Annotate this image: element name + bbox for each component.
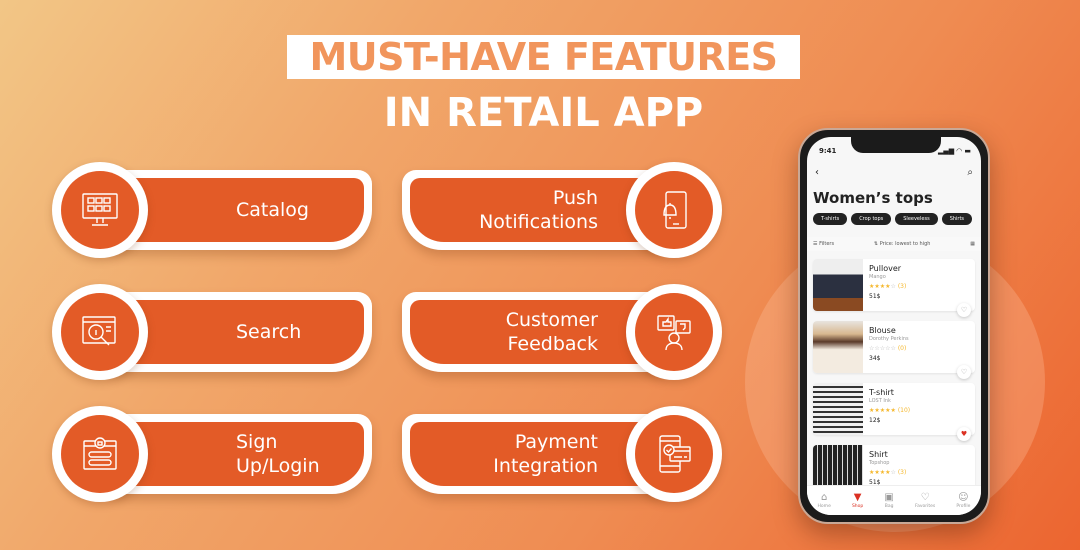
card-pill: Catalog xyxy=(112,170,372,250)
filters-button[interactable]: ☰ Filters xyxy=(813,241,834,247)
review-count: (10) xyxy=(897,407,911,414)
product-name: T-shirt xyxy=(869,388,894,397)
tab-label: Home xyxy=(817,504,831,509)
bottom-tab-bar: ⌂ Home ▼ Shop ▣ Bag ♡ Favorites ☺ Profile xyxy=(807,485,981,515)
filter-bar: ☰ Filters ⇅ Price: lowest to high ▦ xyxy=(807,237,981,251)
feature-label: Payment Integration xyxy=(493,431,598,477)
feature-card-push-notifications: Push Notifications xyxy=(392,158,722,258)
icon-badge xyxy=(52,284,148,380)
review-count: (3) xyxy=(897,469,907,476)
nav-row: ‹ ⌕ xyxy=(815,167,973,178)
product-card[interactable]: T-shirt LOST Ink ★★★★★ (10) 12$ ♥ xyxy=(813,383,975,441)
tab-label: Bag xyxy=(884,504,894,509)
bag-icon: ▣ xyxy=(884,492,894,503)
phone-mockup: 9:41 ▂▄▆ ◠ ▬ ‹ ⌕ Women’s tops T-shirts C… xyxy=(798,128,990,524)
product-image xyxy=(813,383,863,435)
feature-label: Search xyxy=(236,321,302,343)
phone-bell-icon xyxy=(663,191,687,229)
product-list: Pullover Mango ★★★★☆ (3) 51$ ♡ Blouse Do… xyxy=(813,259,975,507)
status-time: 9:41 xyxy=(819,147,837,155)
tab-bag[interactable]: ▣ Bag xyxy=(884,492,893,509)
chip-shirts[interactable]: Shirts xyxy=(941,213,973,225)
feature-card-search: Search xyxy=(52,280,382,380)
product-price: 51$ xyxy=(869,293,881,300)
sort-button[interactable]: ⇅ Price: lowest to high xyxy=(874,241,931,247)
review-count: (0) xyxy=(897,345,907,352)
icon-badge xyxy=(52,162,148,258)
product-name: Blouse xyxy=(869,326,896,335)
screen-title: Women’s tops xyxy=(813,189,933,207)
tab-favorites[interactable]: ♡ Favorites xyxy=(915,492,935,509)
cart-icon: ▼ xyxy=(853,492,862,503)
icon-badge xyxy=(626,284,722,380)
product-rating: ☆☆☆☆☆ (0) xyxy=(869,345,907,352)
login-lock-icon xyxy=(83,437,117,470)
card-pill: Push Notifications xyxy=(402,170,662,250)
feature-label: Customer Feedback xyxy=(505,309,598,355)
sort-label: Price: lowest to high xyxy=(879,241,931,247)
product-brand: Mango xyxy=(869,274,886,280)
favorite-button[interactable]: ♡ xyxy=(957,365,971,379)
favorite-button[interactable]: ♡ xyxy=(957,303,971,317)
feature-card-sign-up-login: Sign Up/Login xyxy=(52,402,382,502)
card-pill: Payment Integration xyxy=(402,414,662,494)
title-subline: IN RETAIL APP xyxy=(383,90,704,136)
product-name: Shirt xyxy=(869,450,888,459)
product-image xyxy=(813,321,863,373)
phone-screen: 9:41 ▂▄▆ ◠ ▬ ‹ ⌕ Women’s tops T-shirts C… xyxy=(807,137,981,515)
title-highlight: MUST-HAVE FEATURES xyxy=(287,35,800,79)
review-count: (3) xyxy=(897,283,907,290)
product-brand: Topshop xyxy=(869,460,890,466)
feature-label: Push Notifications xyxy=(479,187,598,233)
tab-label: Favorites xyxy=(914,504,936,509)
feature-card-customer-feedback: Customer Feedback xyxy=(392,280,722,380)
tab-label: Shop xyxy=(851,504,864,509)
favorite-button-active[interactable]: ♥ xyxy=(957,427,971,441)
catalog-monitor-icon xyxy=(82,193,118,226)
product-brand: LOST Ink xyxy=(869,398,891,404)
product-price: 34$ xyxy=(869,355,881,362)
phone-notch xyxy=(851,137,941,153)
feature-card-payment-integration: Payment Integration xyxy=(392,402,722,502)
card-pill: Sign Up/Login xyxy=(112,414,372,494)
tab-label: Profile xyxy=(956,504,971,509)
chip-crop-tops[interactable]: Crop tops xyxy=(851,213,892,225)
product-rating: ★★★★★ (10) xyxy=(869,407,911,414)
product-rating: ★★★★☆ (3) xyxy=(869,283,907,290)
product-card[interactable]: Blouse Dorothy Perkins ☆☆☆☆☆ (0) 34$ ♡ xyxy=(813,321,975,379)
category-chips: T-shirts Crop tops Sleeveless Shirts xyxy=(813,213,973,225)
card-pill: Customer Feedback xyxy=(402,292,662,372)
browser-search-icon xyxy=(82,316,116,346)
product-name: Pullover xyxy=(869,264,902,273)
product-card[interactable]: Pullover Mango ★★★★☆ (3) 51$ ♡ xyxy=(813,259,975,317)
feature-card-catalog: Catalog xyxy=(52,158,382,258)
tab-profile[interactable]: ☺ Profile xyxy=(956,492,970,509)
chip-t-shirts[interactable]: T-shirts xyxy=(813,213,848,225)
icon-badge xyxy=(626,162,722,258)
profile-icon: ☺ xyxy=(958,492,969,503)
product-price: 12$ xyxy=(869,417,881,424)
status-icons: ▂▄▆ ◠ ▬ xyxy=(937,147,971,155)
chip-sleeveless[interactable]: Sleeveless xyxy=(895,213,938,225)
feedback-thumbs-icon xyxy=(657,315,691,351)
tab-shop[interactable]: ▼ Shop xyxy=(852,492,863,509)
product-rating: ★★★★☆ (3) xyxy=(869,469,907,476)
tab-home[interactable]: ⌂ Home xyxy=(818,492,831,509)
icon-badge xyxy=(626,406,722,502)
home-icon: ⌂ xyxy=(821,492,828,503)
icon-badge xyxy=(52,406,148,502)
card-pill: Search xyxy=(112,292,372,372)
product-brand: Dorothy Perkins xyxy=(869,336,909,342)
feature-label: Catalog xyxy=(236,199,309,221)
heart-icon: ♡ xyxy=(920,492,930,503)
filters-label: Filters xyxy=(819,241,835,247)
product-image xyxy=(813,259,863,311)
back-icon[interactable]: ‹ xyxy=(815,167,819,178)
phone-card-icon xyxy=(659,435,691,473)
grid-view-icon[interactable]: ▦ xyxy=(970,241,975,247)
feature-label: Sign Up/Login xyxy=(236,431,320,477)
search-icon[interactable]: ⌕ xyxy=(967,167,973,178)
